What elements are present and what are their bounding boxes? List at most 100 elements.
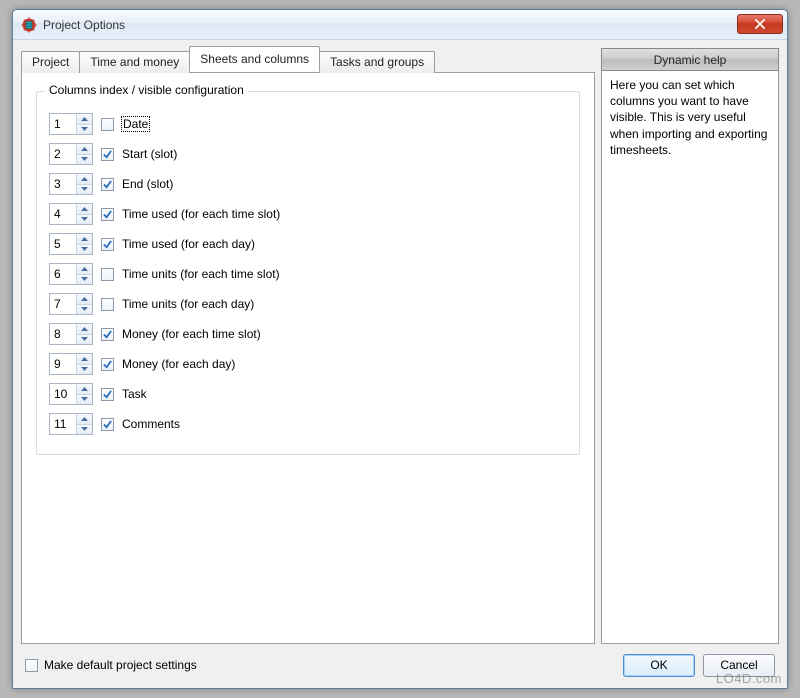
spinner-down-icon[interactable]: [77, 245, 92, 255]
index-input[interactable]: [50, 174, 76, 194]
ok-button[interactable]: OK: [623, 654, 695, 677]
make-default-checkbox[interactable]: [25, 659, 38, 672]
right-panel: Dynamic help Here you can set which colu…: [601, 48, 779, 644]
visible-checkbox[interactable]: [101, 418, 114, 431]
column-label: End (slot): [122, 177, 173, 191]
window-title: Project Options: [43, 18, 737, 32]
visible-checkbox[interactable]: [101, 178, 114, 191]
column-row: Time used (for each time slot): [49, 202, 567, 226]
index-input[interactable]: [50, 324, 76, 344]
spinner-down-icon[interactable]: [77, 275, 92, 285]
tabpage: Columns index / visible configuration Da…: [21, 72, 595, 644]
column-row: Date: [49, 112, 567, 136]
visible-checkbox[interactable]: [101, 118, 114, 131]
index-spinner[interactable]: [49, 203, 93, 225]
column-row: Time units (for each day): [49, 292, 567, 316]
spinner-down-icon[interactable]: [77, 365, 92, 375]
index-spinner[interactable]: [49, 143, 93, 165]
spinner-buttons: [76, 324, 92, 344]
column-label: Comments: [122, 417, 180, 431]
column-row: Money (for each time slot): [49, 322, 567, 346]
index-spinner[interactable]: [49, 113, 93, 135]
column-row: Task: [49, 382, 567, 406]
spinner-buttons: [76, 384, 92, 404]
visible-checkbox[interactable]: [101, 208, 114, 221]
client-area: Project Time and money Sheets and column…: [13, 40, 787, 688]
spinner-up-icon[interactable]: [77, 174, 92, 185]
column-row: Start (slot): [49, 142, 567, 166]
column-label: Money (for each day): [122, 357, 235, 371]
spinner-buttons: [76, 234, 92, 254]
spinner-down-icon[interactable]: [77, 425, 92, 435]
column-label: Time used (for each time slot): [122, 207, 280, 221]
cancel-button[interactable]: Cancel: [703, 654, 775, 677]
index-input[interactable]: [50, 414, 76, 434]
spinner-down-icon[interactable]: [77, 185, 92, 195]
spinner-up-icon[interactable]: [77, 144, 92, 155]
spinner-buttons: [76, 264, 92, 284]
titlebar[interactable]: Project Options: [13, 10, 787, 40]
tab-time-and-money[interactable]: Time and money: [79, 51, 190, 73]
index-input[interactable]: [50, 384, 76, 404]
spinner-up-icon[interactable]: [77, 354, 92, 365]
visible-checkbox[interactable]: [101, 238, 114, 251]
spinner-buttons: [76, 174, 92, 194]
index-spinner[interactable]: [49, 413, 93, 435]
tab-tasks-and-groups[interactable]: Tasks and groups: [319, 51, 435, 73]
visible-checkbox[interactable]: [101, 328, 114, 341]
left-panel: Project Time and money Sheets and column…: [21, 48, 595, 644]
column-label: Time used (for each day): [122, 237, 255, 251]
spinner-up-icon[interactable]: [77, 114, 92, 125]
spinner-down-icon[interactable]: [77, 155, 92, 165]
index-input[interactable]: [50, 204, 76, 224]
dynamic-help-header[interactable]: Dynamic help: [601, 48, 779, 71]
spinner-up-icon[interactable]: [77, 264, 92, 275]
spinner-up-icon[interactable]: [77, 204, 92, 215]
spinner-buttons: [76, 354, 92, 374]
visible-checkbox[interactable]: [101, 148, 114, 161]
spinner-buttons: [76, 144, 92, 164]
dynamic-help-body: Here you can set which columns you want …: [601, 71, 779, 644]
spinner-up-icon[interactable]: [77, 294, 92, 305]
spinner-down-icon[interactable]: [77, 335, 92, 345]
spinner-down-icon[interactable]: [77, 305, 92, 315]
spinner-buttons: [76, 114, 92, 134]
groupbox-legend: Columns index / visible configuration: [45, 83, 248, 97]
column-label: Time units (for each time slot): [122, 267, 280, 281]
index-spinner[interactable]: [49, 173, 93, 195]
index-input[interactable]: [50, 354, 76, 374]
close-button[interactable]: [737, 14, 783, 34]
column-label: Time units (for each day): [122, 297, 254, 311]
column-row: End (slot): [49, 172, 567, 196]
spinner-up-icon[interactable]: [77, 324, 92, 335]
index-spinner[interactable]: [49, 293, 93, 315]
index-spinner[interactable]: [49, 323, 93, 345]
column-row: Comments: [49, 412, 567, 436]
tab-sheets-and-columns[interactable]: Sheets and columns: [189, 46, 320, 72]
spinner-up-icon[interactable]: [77, 384, 92, 395]
spinner-buttons: [76, 414, 92, 434]
index-input[interactable]: [50, 294, 76, 314]
visible-checkbox[interactable]: [101, 388, 114, 401]
index-input[interactable]: [50, 114, 76, 134]
visible-checkbox[interactable]: [101, 358, 114, 371]
index-input[interactable]: [50, 264, 76, 284]
spinner-down-icon[interactable]: [77, 125, 92, 135]
column-label: Money (for each time slot): [122, 327, 261, 341]
upper-row: Project Time and money Sheets and column…: [21, 48, 779, 644]
spinner-up-icon[interactable]: [77, 414, 92, 425]
spinner-down-icon[interactable]: [77, 215, 92, 225]
index-input[interactable]: [50, 144, 76, 164]
index-spinner[interactable]: [49, 383, 93, 405]
spinner-up-icon[interactable]: [77, 234, 92, 245]
index-spinner[interactable]: [49, 263, 93, 285]
tab-project[interactable]: Project: [21, 51, 80, 73]
visible-checkbox[interactable]: [101, 298, 114, 311]
visible-checkbox[interactable]: [101, 268, 114, 281]
column-row: Money (for each day): [49, 352, 567, 376]
app-icon: [21, 17, 37, 33]
spinner-down-icon[interactable]: [77, 395, 92, 405]
index-spinner[interactable]: [49, 233, 93, 255]
index-spinner[interactable]: [49, 353, 93, 375]
index-input[interactable]: [50, 234, 76, 254]
